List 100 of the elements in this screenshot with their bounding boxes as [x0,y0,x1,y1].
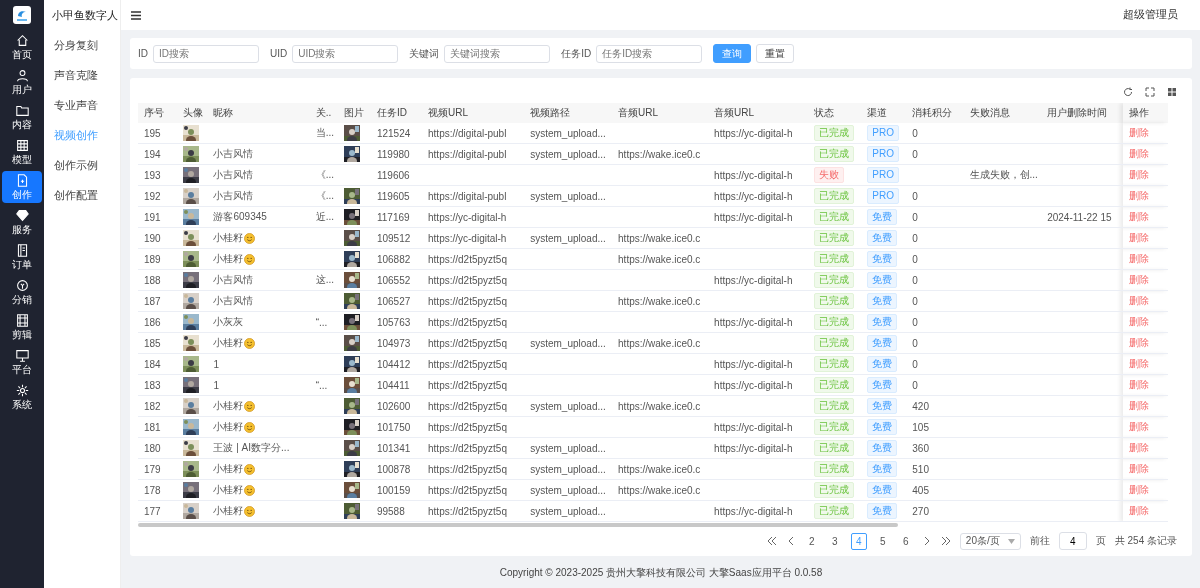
page-number[interactable]: 5 [875,533,890,549]
submenu-item[interactable]: 声音克隆 [44,60,120,90]
home-icon [15,34,29,47]
table-cell: 119605 [376,190,410,202]
nav-item[interactable]: 剪辑 [2,311,42,343]
status-tag: 已完成 [814,503,855,519]
nav-item[interactable]: 内容 [2,101,42,133]
table-cell: 405 [912,484,929,496]
status-tag: 已完成 [814,251,855,267]
table-cell: https://digital-publ [428,127,507,139]
table-cell: https://yc-digital-h [714,379,793,391]
page-number[interactable]: 3 [827,533,842,549]
channel-tag: 免费 [867,293,898,309]
table-cell: https://d2t5pyzt5q [428,463,507,475]
table-cell: 190 [144,232,161,244]
submenu-item[interactable]: 创作示例 [44,150,120,180]
nav-item[interactable]: 模型 [2,136,42,168]
table-cell: https://yc-digital-h [428,211,507,223]
table-cell: system_upload... [530,484,606,496]
column-header: 任务ID [370,103,422,123]
nav-item[interactable]: 创作 [2,171,42,203]
first-page-icon[interactable] [766,536,777,546]
table-cell: 0 [912,295,918,307]
total-count: 共 254 条记录 [1114,534,1177,548]
column-header: 序号 [138,103,177,123]
search-field[interactable]: 关键词搜索 [444,44,551,63]
channel-tag: 免费 [867,398,898,414]
page-number[interactable]: 6 [898,533,913,549]
column-header: 昵称 [207,103,310,123]
table-cell: https://d2t5pyzt5q [428,421,507,433]
table-cell: system_upload... [530,400,606,412]
channel-tag: PRO [867,188,900,204]
search-field[interactable]: UID搜索 [292,44,399,63]
nav-item[interactable]: 订单 [2,241,42,273]
submenu-item[interactable]: 创作配置 [44,180,120,210]
nav-item[interactable]: 首页 [2,31,42,63]
nav-item[interactable]: 用户 [2,66,42,98]
fullscreen-icon[interactable] [1145,87,1155,97]
table-cell: system_upload... [530,337,606,349]
user-menu[interactable]: 超级管理员 [1123,8,1178,22]
settings-icon [15,384,29,397]
table-cell: 小吉风情 [213,294,254,308]
table-cell: 119980 [376,148,410,160]
film-icon [15,314,29,327]
status-tag: 已完成 [814,356,855,372]
table-cell: https://d2t5pyzt5q [428,295,507,307]
nav-item[interactable]: 系统 [2,381,42,413]
search-field[interactable]: ID搜索 [153,44,259,63]
table-cell: https://yc-digital-h [714,127,793,139]
page-size-select[interactable]: 20条/页 [959,532,1021,550]
table-cell: 191 [144,211,161,223]
status-tag: 已完成 [814,314,855,330]
table-cell: 185 [144,337,161,349]
channel-tag: 免费 [867,461,898,477]
channel-tag: 免费 [867,419,898,435]
nav-item[interactable]: 服务 [2,206,42,238]
nav-item[interactable]: 分销 [2,276,42,308]
channel-tag: 免费 [867,209,898,225]
page-number[interactable]: 2 [804,533,819,549]
column-header: 消耗积分 [906,103,964,123]
column-header: 视频路径 [524,103,613,123]
table-cell: https://yc-digital-h [714,358,793,370]
table-cell: 106882 [376,253,411,265]
table-cell: system_upload... [530,127,606,139]
scrollbar-thumb[interactable] [138,523,898,527]
channel-tag: 免费 [867,272,898,288]
table-cell: 0 [912,274,918,286]
last-page-icon[interactable] [940,536,951,546]
page-input[interactable]: 4 [1058,532,1087,550]
submenu-item[interactable]: 专业声音 [44,90,120,120]
column-header: 图片 [338,103,371,123]
table-cell: 小吉风情 [213,147,254,161]
table-cell: 104973 [376,337,411,349]
column-header: 视频URL [422,103,525,123]
submenu-item[interactable]: 分身复刻 [44,30,120,60]
table-cell: 近... [315,211,334,222]
table-cell: 101341 [376,442,411,454]
columns-icon[interactable] [1167,87,1177,97]
app-title: 小甲鱼数字人 [51,8,119,23]
status-tag: 已完成 [814,188,855,204]
table-cell: “... [315,379,328,391]
table-cell: https://digital-publ [428,190,507,202]
column-header: 关.. [309,103,339,123]
table-cell: 99588 [376,505,405,517]
table-cell: https://wake.ice0.c [618,148,701,160]
search-field[interactable]: 任务ID搜索 [596,44,703,63]
reset-button[interactable]: 重置 [756,44,795,63]
menu-icon[interactable] [131,10,141,20]
nav-item[interactable]: 平台 [2,346,42,378]
table-cell: system_upload... [530,148,606,160]
channel-tag: 免费 [867,503,898,519]
filter-label: 关键词 [409,46,440,61]
table-cell: 小桂籽 [213,504,244,518]
table-cell: 小桂籽 [213,252,244,266]
refresh-icon[interactable] [1123,87,1133,97]
table-cell: 小桂籽 [213,483,244,497]
table-cell: 生成失败，创... [969,169,1038,180]
table-cell: https://d2t5pyzt5q [428,400,507,412]
table-cell: 102600 [376,400,411,412]
table-cell: https://d2t5pyzt5q [428,358,507,370]
